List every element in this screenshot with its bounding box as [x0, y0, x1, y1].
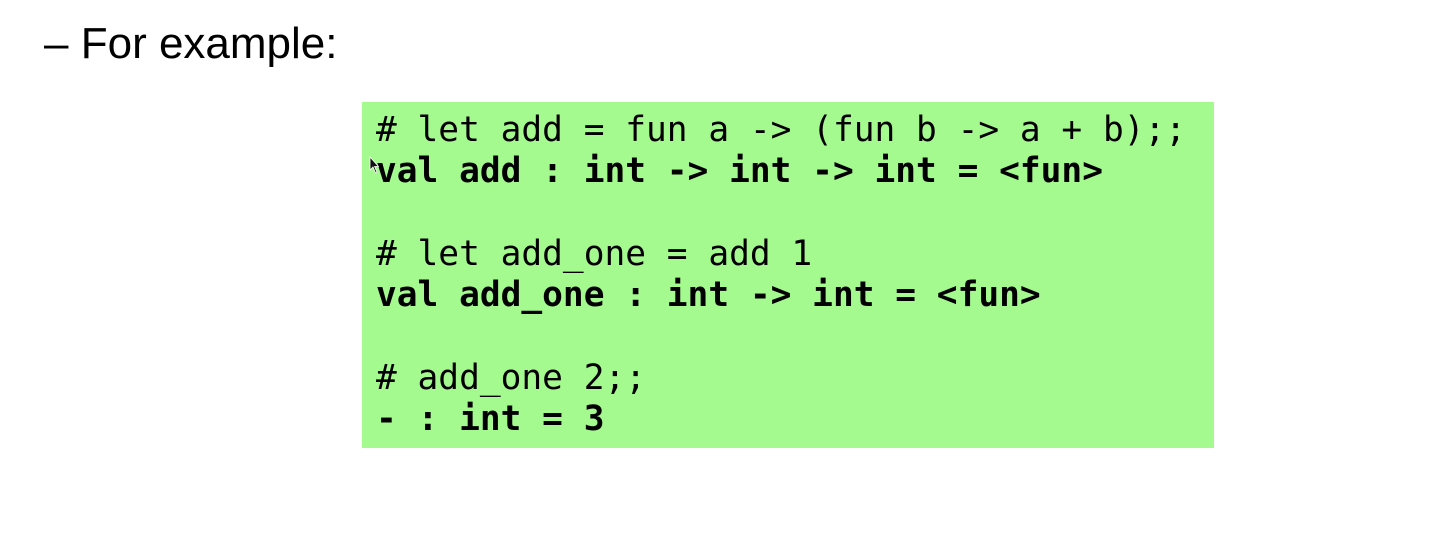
- code-line-prompt: # let add_one = add 1: [376, 233, 813, 274]
- code-line-output: val add_one : int -> int = <fun>: [376, 275, 1041, 316]
- bullet-item: – For example:: [44, 16, 337, 72]
- mouse-pointer-icon: [369, 156, 379, 174]
- code-line-output: val add : int -> int -> int = <fun>: [376, 151, 1103, 192]
- code-line-output: - : int = 3: [376, 399, 605, 440]
- code-line-prompt: # let add = fun a -> (fun b -> a + b);;: [376, 110, 1187, 150]
- code-block: # let add = fun a -> (fun b -> a + b);; …: [362, 102, 1214, 448]
- code-line-prompt: # add_one 2;;: [376, 357, 647, 398]
- bullet-text: For example:: [80, 19, 338, 68]
- bullet-dash: –: [44, 19, 69, 68]
